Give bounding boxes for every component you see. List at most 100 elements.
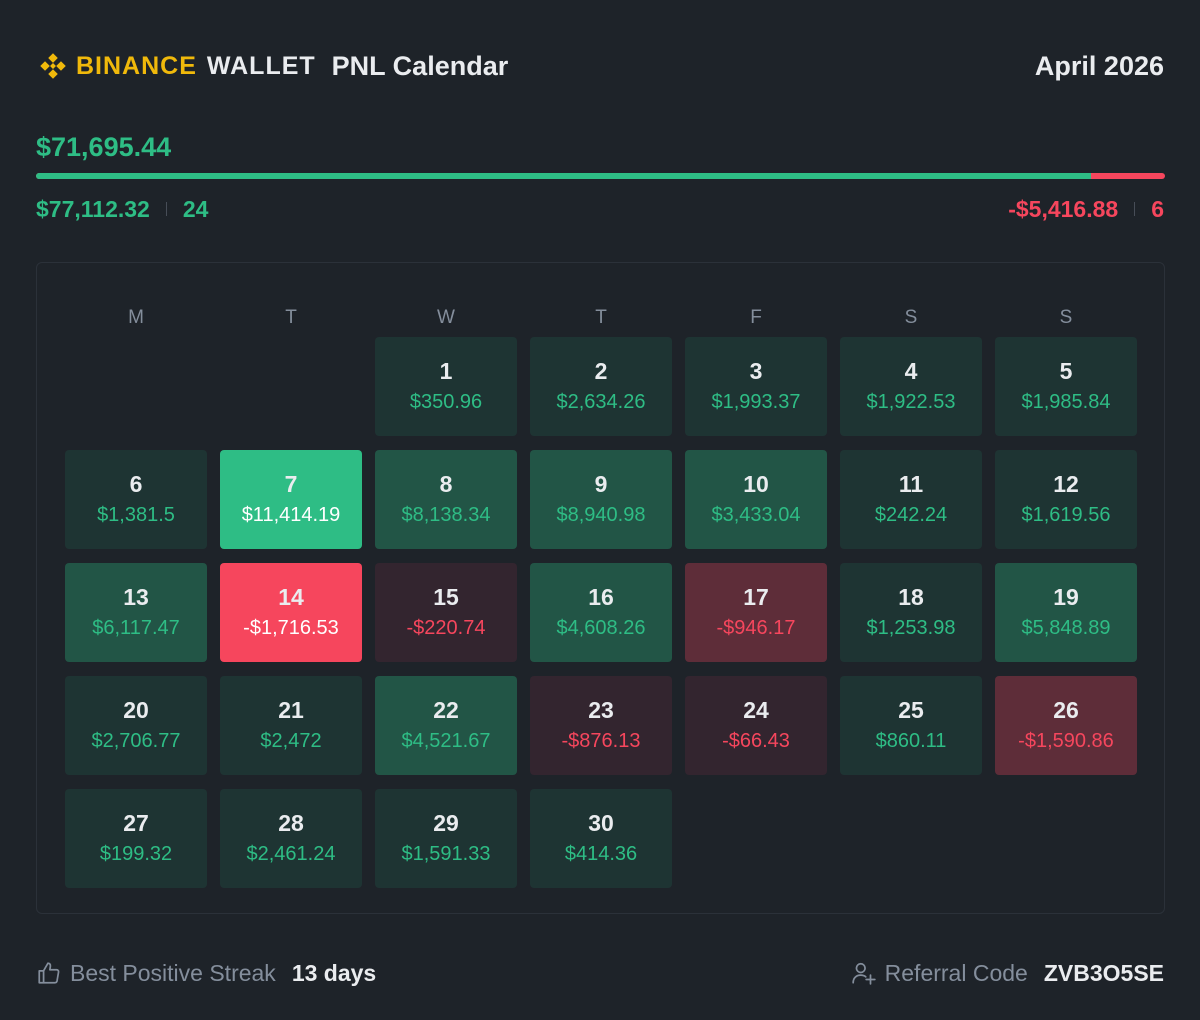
day-number: 1 (439, 357, 453, 384)
binance-diamond-icon (40, 53, 66, 79)
day-pnl: $4,521.67 (401, 730, 491, 753)
negative-days-count: 6 (1151, 195, 1164, 222)
day-pnl: $199.32 (99, 843, 173, 866)
calendar-day-10[interactable]: 10 $3,433.04 (685, 450, 827, 549)
day-number: 24 (743, 696, 769, 723)
calendar-day-16[interactable]: 16 $4,608.26 (530, 563, 672, 662)
calendar-day-9[interactable]: 9 $8,940.98 (530, 450, 672, 549)
day-number: 3 (749, 357, 763, 384)
day-pnl: $350.96 (409, 391, 483, 414)
positive-total: $77,112.32 (36, 195, 150, 222)
day-number: 19 (1053, 583, 1079, 610)
pnl-summary: $77,112.32 24 -$5,416.88 6 (36, 194, 1164, 224)
day-number: 12 (1053, 470, 1079, 497)
pnl-calendar: M T W T F S S 1 $350.96 2 $2,634.26 3 $1,993.37 4 $1,… (36, 262, 1165, 914)
weekday-header: MTWTFSS (65, 307, 1137, 331)
negative-total: -$5,416.88 (1008, 195, 1119, 222)
day-pnl: $414.36 (564, 843, 638, 866)
calendar-day-8[interactable]: 8 $8,138.34 (375, 450, 517, 549)
calendar-day-21[interactable]: 21 $2,472 (220, 676, 362, 775)
day-pnl: $5,848.89 (1021, 617, 1111, 640)
day-pnl: $1,591.33 (401, 843, 491, 866)
calendar-day-11[interactable]: 11 $242.24 (840, 450, 982, 549)
calendar-day-1[interactable]: 1 $350.96 (375, 337, 517, 436)
referral-label: Referral Code (884, 959, 1028, 986)
day-pnl: -$220.74 (406, 617, 486, 640)
day-pnl: $1,922.53 (866, 391, 956, 414)
day-number: 22 (433, 696, 459, 723)
day-pnl: $8,138.34 (401, 504, 491, 527)
day-number: 15 (433, 583, 459, 610)
day-number: 26 (1053, 696, 1079, 723)
add-user-icon (851, 962, 876, 985)
day-pnl: $1,253.98 (866, 617, 956, 640)
day-pnl: $8,940.98 (556, 504, 646, 527)
day-number: 7 (284, 470, 298, 497)
day-number: 10 (743, 470, 769, 497)
thumbs-up-icon (38, 962, 60, 984)
binance-wallet-logo: BINANCE WALLET (36, 49, 316, 83)
month-label: April 2026 (1034, 50, 1164, 81)
calendar-day-14[interactable]: 14 -$1,716.53 (220, 563, 362, 662)
calendar-day-5[interactable]: 5 $1,985.84 (995, 337, 1137, 436)
day-pnl: $2,706.77 (91, 730, 181, 753)
calendar-day-26[interactable]: 26 -$1,590.86 (995, 676, 1137, 775)
calendar-day-27[interactable]: 27 $199.32 (65, 789, 207, 888)
day-number: 2 (594, 357, 608, 384)
calendar-day-29[interactable]: 29 $1,591.33 (375, 789, 517, 888)
day-number: 21 (278, 696, 304, 723)
day-pnl: $2,461.24 (246, 843, 336, 866)
day-number: 28 (278, 809, 304, 836)
weekday-label: W (437, 307, 455, 328)
weekday-label: T (285, 307, 297, 328)
day-number: 8 (439, 470, 453, 497)
calendar-day-20[interactable]: 20 $2,706.77 (65, 676, 207, 775)
day-number: 23 (588, 696, 614, 723)
day-number: 20 (123, 696, 149, 723)
streak-label: Best Positive Streak (70, 959, 276, 986)
calendar-day-30[interactable]: 30 $414.36 (530, 789, 672, 888)
calendar-day-17[interactable]: 17 -$946.17 (685, 563, 827, 662)
divider (165, 202, 167, 216)
day-pnl: -$66.43 (722, 730, 790, 753)
day-number: 9 (594, 470, 608, 497)
calendar-day-22[interactable]: 22 $4,521.67 (375, 676, 517, 775)
day-pnl: $1,619.56 (1021, 504, 1111, 527)
calendar-day-24[interactable]: 24 -$66.43 (685, 676, 827, 775)
day-number: 27 (123, 809, 149, 836)
day-pnl: $860.11 (875, 730, 947, 753)
day-number: 5 (1059, 357, 1073, 384)
day-pnl: $1,381.5 (97, 504, 175, 527)
calendar-day-25[interactable]: 25 $860.11 (840, 676, 982, 775)
calendar-day-6[interactable]: 6 $1,381.5 (65, 450, 207, 549)
day-number: 29 (433, 809, 459, 836)
calendar-day-18[interactable]: 18 $1,253.98 (840, 563, 982, 662)
calendar-day-4[interactable]: 4 $1,922.53 (840, 337, 982, 436)
calendar-day-12[interactable]: 12 $1,619.56 (995, 450, 1137, 549)
positive-days-count: 24 (182, 195, 209, 222)
day-pnl: $242.24 (874, 504, 948, 527)
total-pnl: $71,695.44 (36, 132, 172, 162)
calendar-day-13[interactable]: 13 $6,117.47 (65, 563, 207, 662)
day-number: 14 (278, 583, 304, 610)
day-pnl: -$1,590.86 (1018, 730, 1114, 753)
day-number: 17 (743, 583, 769, 610)
day-number: 16 (588, 583, 614, 610)
weekday-label: F (750, 307, 762, 328)
calendar-day-19[interactable]: 19 $5,848.89 (995, 563, 1137, 662)
footer: Best Positive Streak 13 days Referral Co… (36, 955, 1164, 991)
calendar-day-2[interactable]: 2 $2,634.26 (530, 337, 672, 436)
calendar-day-15[interactable]: 15 -$220.74 (375, 563, 517, 662)
day-pnl: $2,472 (260, 730, 322, 753)
day-number: 4 (904, 357, 918, 384)
header: BINANCE WALLET PNL Calendar April 2026 (36, 46, 1164, 86)
weekday-label: S (904, 307, 918, 328)
day-pnl: $4,608.26 (556, 617, 646, 640)
calendar-day-28[interactable]: 28 $2,461.24 (220, 789, 362, 888)
calendar-day-3[interactable]: 3 $1,993.37 (685, 337, 827, 436)
day-pnl: -$946.17 (716, 617, 796, 640)
calendar-day-23[interactable]: 23 -$876.13 (530, 676, 672, 775)
calendar-day-7[interactable]: 7 $11,414.19 (220, 450, 362, 549)
streak-value: 13 days (291, 959, 377, 986)
referral-code[interactable]: ZVB3O5SE (1044, 960, 1164, 987)
